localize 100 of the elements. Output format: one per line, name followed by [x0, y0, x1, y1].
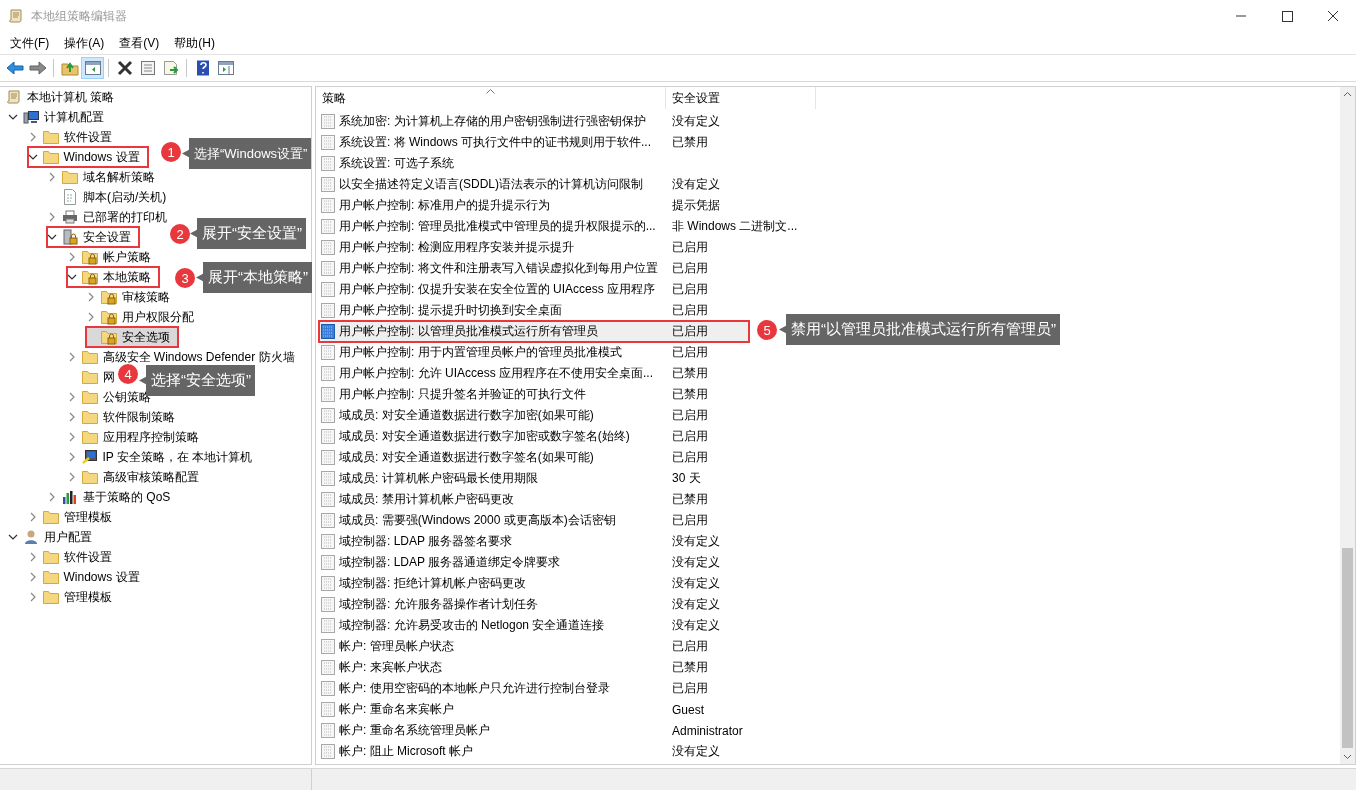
policy-name: 用户帐户控制: 用于内置管理员帐户的管理员批准模式	[339, 344, 622, 361]
security-setting: 没有定义	[672, 618, 720, 632]
menu-item[interactable]: 操作(A)	[58, 34, 111, 52]
tree-item[interactable]: Windows 设置	[27, 567, 141, 587]
policy-name: 用户帐户控制: 管理员批准模式中管理员的提升权限提示的...	[339, 218, 656, 235]
policy-row[interactable]: 用户帐户控制: 只提升签名并验证的可执行文件 已禁用	[319, 384, 749, 405]
security-setting: 已启用	[672, 261, 708, 275]
policy-row[interactable]: 以安全描述符定义语言(SDDL)语法表示的计算机访问限制 没有定义	[319, 174, 749, 195]
tree-item[interactable]: 用户配置	[8, 527, 93, 547]
security-setting: 没有定义	[672, 555, 720, 569]
tree-item[interactable]: 域名解析策略	[47, 167, 156, 187]
policy-row[interactable]: 域成员: 对安全通道数据进行数字签名(如果可能) 已启用	[319, 447, 749, 468]
policy-row[interactable]: 用户帐户控制: 仅提升安装在安全位置的 UIAccess 应用程序 已启用	[319, 279, 749, 300]
policy-name: 用户帐户控制: 提示提升时切换到安全桌面	[339, 302, 562, 319]
step-badge: 5	[757, 320, 777, 340]
tree-item[interactable]: 审核策略	[86, 287, 171, 307]
policy-row[interactable]: 域成员: 对安全通道数据进行数字加密或数字签名(始终) 已启用	[319, 426, 749, 447]
policy-row[interactable]: 用户帐户控制: 检测应用程序安装并提示提升 已启用	[319, 237, 749, 258]
policy-name: 域成员: 对安全通道数据进行数字加密或数字签名(始终)	[339, 428, 630, 445]
security-setting: 已禁用	[672, 660, 708, 674]
security-setting: 没有定义	[672, 534, 720, 548]
policy-name: 域控制器: 允许易受攻击的 Netlogon 安全通道连接	[339, 617, 605, 634]
policy-row[interactable]: 系统设置: 可选子系统	[319, 153, 749, 174]
policy-row[interactable]: 用户帐户控制: 将文件和注册表写入错误虚拟化到每用户位置 已启用	[319, 258, 749, 279]
policy-name: 域成员: 需要强(Windows 2000 或更高版本)会话密钥	[339, 512, 616, 529]
policy-row[interactable]: 域控制器: 拒绝计算机帐户密码更改 没有定义	[319, 573, 749, 594]
annotation-tooltip: 展开“本地策略”	[196, 262, 312, 293]
tree-item[interactable]: 用户权限分配	[86, 307, 195, 327]
tree-item[interactable]: 应用程序控制策略	[66, 427, 200, 447]
security-setting: 没有定义	[672, 177, 720, 191]
column-header[interactable]: 策略	[316, 87, 666, 109]
security-setting: 已启用	[672, 282, 708, 296]
policy-row[interactable]: 帐户: 重命名来宾帐户 Guest	[319, 699, 749, 720]
policy-row[interactable]: 用户帐户控制: 管理员批准模式中管理员的提升权限提示的... 非 Windows 二进制文...	[319, 216, 800, 237]
policy-name: 用户帐户控制: 检测应用程序安装并提示提升	[339, 239, 574, 256]
policy-row[interactable]: 帐户: 使用空密码的本地帐户只允许进行控制台登录 已启用	[319, 678, 749, 699]
menu-item[interactable]: 帮助(H)	[168, 34, 221, 52]
policy-row[interactable]: 域控制器: 允许服务器操作者计划任务 没有定义	[319, 594, 749, 615]
policy-row[interactable]: 域成员: 需要强(Windows 2000 或更高版本)会话密钥 已启用	[319, 510, 749, 531]
tree-item[interactable]: 高级审核策略配置	[66, 467, 200, 487]
security-setting: 已启用	[672, 639, 708, 653]
tree-item[interactable]: IP 安全策略，在 本地计算机	[66, 447, 254, 467]
tree-item[interactable]: 已部署的打印机	[47, 207, 168, 227]
security-setting: 已启用	[672, 303, 708, 317]
tree-item[interactable]: 高级安全 Windows Defender 防火墙	[66, 347, 296, 367]
tree-item[interactable]: Windows 设置	[27, 147, 148, 167]
policy-row[interactable]: 帐户: 阻止 Microsoft 帐户 没有定义	[319, 741, 749, 762]
tree-item[interactable]: 脚本(启动/关机)	[47, 187, 168, 207]
tree-item[interactable]: 安全设置	[47, 227, 139, 247]
policy-row[interactable]: 用户帐户控制: 允许 UIAccess 应用程序在不使用安全桌面... 已禁用	[319, 363, 749, 384]
tree-item[interactable]: 帐户策略	[66, 247, 152, 267]
security-setting: Guest	[672, 702, 704, 717]
column-header[interactable]: 安全设置	[666, 87, 816, 109]
policy-row[interactable]: 域控制器: 允许易受攻击的 Netlogon 安全通道连接 没有定义	[319, 615, 749, 636]
policy-name: 帐户: 阻止 Microsoft 帐户	[339, 743, 473, 760]
security-setting: 已启用	[672, 324, 708, 338]
policy-row[interactable]: 帐户: 管理员帐户状态 已启用	[319, 636, 749, 657]
security-setting: 非 Windows 二进制文...	[672, 219, 798, 233]
tree-item[interactable]: 计算机配置	[8, 107, 105, 127]
policy-name: 域成员: 对安全通道数据进行数字签名(如果可能)	[339, 449, 594, 466]
tree-item[interactable]: 网	[66, 367, 116, 387]
policy-row[interactable]: 域成员: 计算机帐户密码最长使用期限 30 天	[319, 468, 749, 489]
tree-item[interactable]: 软件限制策略	[66, 407, 176, 427]
policy-row[interactable]: 用户帐户控制: 提示提升时切换到安全桌面 已启用	[319, 300, 749, 321]
menu-item[interactable]: 查看(V)	[113, 34, 166, 52]
tree-item[interactable]: 软件设置	[27, 127, 113, 147]
security-setting: 已启用	[672, 408, 708, 422]
annotation-tooltip: 禁用“以管理员批准模式运行所有管理员”	[779, 314, 1060, 345]
security-setting: 提示凭据	[672, 198, 720, 212]
policy-row[interactable]: 域控制器: LDAP 服务器签名要求 没有定义	[319, 531, 749, 552]
policy-row[interactable]: 系统设置: 将 Windows 可执行文件中的证书规则用于软件... 已禁用	[319, 132, 749, 153]
policy-name: 帐户: 使用空密码的本地帐户只允许进行控制台登录	[339, 680, 610, 697]
policy-row[interactable]: 帐户: 来宾帐户状态 已禁用	[319, 657, 749, 678]
tree-item[interactable]: 基于策略的 QoS	[47, 487, 172, 507]
security-setting: 已启用	[672, 450, 708, 464]
policy-name: 域成员: 对安全通道数据进行数字加密(如果可能)	[339, 407, 594, 424]
security-setting: 没有定义	[672, 114, 720, 128]
policy-row[interactable]: 域成员: 对安全通道数据进行数字加密(如果可能) 已启用	[319, 405, 749, 426]
policy-row[interactable]: 域控制器: LDAP 服务器通道绑定令牌要求 没有定义	[319, 552, 749, 573]
policy-row[interactable]: 用户帐户控制: 以管理员批准模式运行所有管理员 已启用	[319, 321, 749, 342]
policy-name: 系统设置: 可选子系统	[339, 155, 454, 172]
tree-item[interactable]: 本地计算机 策略	[6, 87, 116, 107]
tree-item[interactable]: 本地策略	[66, 267, 159, 287]
menu-item[interactable]: 文件(F)	[4, 34, 56, 52]
security-setting: 已禁用	[672, 492, 708, 506]
policy-name: 用户帐户控制: 仅提升安装在安全位置的 UIAccess 应用程序	[339, 281, 655, 298]
policy-row[interactable]: 用户帐户控制: 标准用户的提升提示行为 提示凭据	[319, 195, 749, 216]
tree-item[interactable]: 管理模板	[27, 587, 113, 607]
policy-name: 系统设置: 将 Windows 可执行文件中的证书规则用于软件...	[339, 134, 652, 151]
tree-item[interactable]: 软件设置	[27, 547, 113, 567]
tree-item[interactable]: 安全选项	[86, 327, 178, 347]
policy-name: 域成员: 禁用计算机帐户密码更改	[339, 491, 514, 508]
policy-row[interactable]: 用户帐户控制: 用于内置管理员帐户的管理员批准模式 已启用	[319, 342, 749, 363]
policy-row[interactable]: 帐户: 重命名系统管理员帐户 Administrator	[319, 720, 749, 741]
policy-name: 域控制器: LDAP 服务器通道绑定令牌要求	[339, 554, 561, 571]
policy-name: 域控制器: LDAP 服务器签名要求	[339, 533, 513, 550]
policy-row[interactable]: 系统加密: 为计算机上存储的用户密钥强制进行强密钥保护 没有定义	[319, 111, 749, 132]
policy-name: 帐户: 来宾帐户状态	[339, 659, 442, 676]
tree-item[interactable]: 管理模板	[27, 507, 113, 527]
policy-row[interactable]: 域成员: 禁用计算机帐户密码更改 已禁用	[319, 489, 749, 510]
